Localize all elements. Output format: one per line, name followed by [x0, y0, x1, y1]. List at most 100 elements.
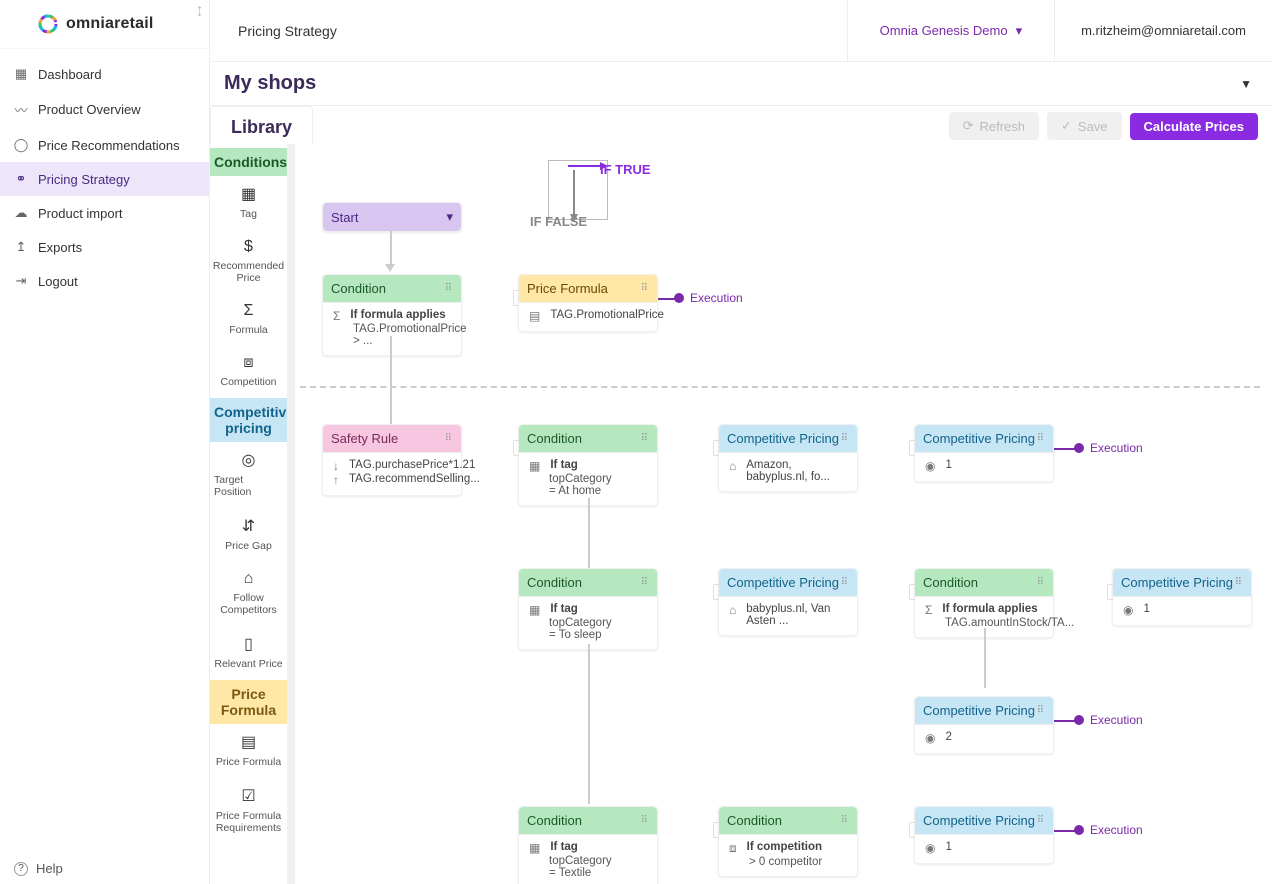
lib-item-relevant-price[interactable]: ▯Relevant Price: [210, 626, 287, 680]
legend-true-label: IF TRUE: [600, 162, 651, 177]
drag-icon[interactable]: ⠿: [641, 433, 649, 444]
node-safety-rule[interactable]: Safety Rule⠿ ↓TAG.purchasePrice*1.21 ↑TA…: [322, 424, 462, 496]
nav-label: Pricing Strategy: [38, 172, 130, 187]
node-body: Amazon, babyplus.nl, fo...: [746, 459, 849, 483]
tag-icon: ▤: [529, 309, 540, 323]
connector: [713, 440, 719, 456]
connector: [513, 440, 519, 456]
brand-text: omniaretail: [66, 15, 154, 33]
node-competitive-pricing-right[interactable]: Competitive Pricing⠿ ◉1: [1112, 568, 1252, 626]
node-condition-5[interactable]: Condition⠿ ⧈If competition > 0 competito…: [718, 806, 858, 877]
exec-dot-icon: [1074, 825, 1084, 835]
nav-label: Logout: [38, 274, 78, 289]
drag-icon[interactable]: ⠿: [1037, 577, 1045, 588]
node-title: Competitive Pricing: [923, 813, 1035, 828]
down-icon: ↓: [333, 459, 339, 473]
lib-item-price-formula-requirements[interactable]: ☑Price Formula Requirements: [210, 778, 287, 844]
drag-icon[interactable]: ⠿: [641, 815, 649, 826]
lib-item-price-gap[interactable]: ⇵Price Gap: [210, 508, 287, 562]
exec-dot-icon: [674, 293, 684, 303]
drag-icon[interactable]: ⠿: [1037, 433, 1045, 444]
node-competitive-pricing-2[interactable]: Competitive Pricing⠿ ◉1: [914, 424, 1054, 482]
node-competitive-pricing-5[interactable]: Competitive Pricing⠿ ◉1: [914, 806, 1054, 864]
node-title: Safety Rule: [331, 431, 398, 446]
user-email[interactable]: m.ritzheim@omniaretail.com: [1055, 23, 1272, 38]
lib-item-recommended-price[interactable]: $Recommended Price: [210, 230, 287, 294]
library-tab[interactable]: Library: [210, 106, 313, 144]
tag-icon: ▦: [241, 184, 256, 204]
library-panel: Conditions ▦ Tag $Recommended Price ΣForm…: [210, 106, 295, 884]
node-title: Condition: [331, 281, 386, 296]
legend-false-label: IF FALSE: [530, 214, 587, 229]
nav-label: Price Recommendations: [38, 138, 180, 153]
edge: [984, 628, 986, 688]
eye-icon: ◉: [925, 459, 935, 473]
connector: [909, 584, 915, 600]
caret-down-icon[interactable]: ▾: [446, 209, 453, 225]
nav-exports[interactable]: ↥Exports: [0, 230, 209, 264]
expand-toggle-icon[interactable]: ▼: [1240, 77, 1258, 91]
refresh-button[interactable]: ⟳Refresh: [949, 112, 1039, 140]
canvas[interactable]: IF TRUE IF FALSE Start▾ Condition⠿ ΣIf f…: [300, 146, 1272, 884]
dollar-icon: $: [244, 238, 253, 256]
drag-icon[interactable]: ⠿: [1037, 815, 1045, 826]
lib-item-tag[interactable]: ▦ Tag: [210, 176, 287, 230]
drag-icon[interactable]: ⠿: [1037, 705, 1045, 716]
nav-product-overview[interactable]: 〰Product Overview: [0, 91, 209, 128]
node-body-title: If tag: [550, 459, 577, 471]
drag-icon[interactable]: ⠿: [1235, 577, 1243, 588]
nav-label: Product Overview: [38, 102, 141, 117]
drag-icon[interactable]: ⠿: [641, 577, 649, 588]
node-price-formula[interactable]: Price Formula⠿ ▤TAG.PromotionalPrice: [518, 274, 658, 332]
node-competitive-pricing-1[interactable]: Competitive Pricing⠿ ⌂Amazon, babyplus.n…: [718, 424, 858, 492]
node-competitive-pricing-3[interactable]: Competitive Pricing⠿ ⌂babyplus.nl, Van A…: [718, 568, 858, 636]
drag-icon[interactable]: ⠿: [445, 433, 453, 444]
node-condition-3[interactable]: Condition⠿ ▦If tag topCategory = To slee…: [518, 568, 658, 650]
eye-icon: ◉: [925, 841, 935, 855]
node-title: Condition: [527, 575, 582, 590]
lib-label: Relevant Price: [214, 658, 282, 670]
help-link[interactable]: ? Help: [14, 861, 63, 876]
dashboard-icon: ▦: [14, 66, 28, 82]
cloud-icon: ☁: [14, 205, 28, 221]
nav-pricing-strategy[interactable]: ⚭Pricing Strategy: [0, 162, 209, 196]
drag-icon[interactable]: ⠿: [841, 577, 849, 588]
logout-icon: ⇥: [14, 273, 28, 289]
drag-icon[interactable]: ⠿: [841, 433, 849, 444]
lib-item-follow-competitors[interactable]: ⌂Follow Competitors: [210, 562, 287, 626]
help-label: Help: [36, 861, 63, 876]
subheader: My shops ▼: [210, 62, 1272, 106]
node-body: 1: [1143, 603, 1149, 615]
save-button[interactable]: ✓Save: [1047, 112, 1122, 140]
node-body-title: If formula applies: [942, 603, 1037, 615]
node-body-title: If competition: [747, 841, 822, 853]
drag-icon[interactable]: ⠿: [445, 283, 453, 294]
lib-item-formula[interactable]: ΣFormula: [210, 294, 287, 346]
formula-icon: ▤: [241, 732, 256, 752]
node-condition-1[interactable]: Condition⠿ ΣIf formula applies TAG.Promo…: [322, 274, 462, 356]
refresh-icon: ⟳: [963, 118, 974, 134]
library-section-conditions: Conditions: [210, 148, 287, 176]
lib-item-competition[interactable]: ⧈Competition: [210, 346, 287, 398]
drag-icon[interactable]: ⠿: [841, 815, 849, 826]
portal-picker[interactable]: Omnia Genesis Demo ▾: [848, 23, 1054, 39]
subheader-title: My shops: [224, 72, 1240, 95]
node-competitive-pricing-4[interactable]: Competitive Pricing⠿ ◉2: [914, 696, 1054, 754]
lib-item-price-formula[interactable]: ▤Price Formula: [210, 724, 287, 778]
toolbar: ⟳Refresh ✓Save Calculate Prices: [295, 106, 1272, 146]
nav-logout[interactable]: ⇥ Logout: [0, 264, 209, 298]
node-start[interactable]: Start▾: [322, 202, 462, 232]
lib-label: Formula: [229, 324, 268, 336]
calculate-prices-button[interactable]: Calculate Prices: [1130, 113, 1258, 140]
node-body-sub: = At home: [529, 485, 649, 497]
nav-price-recommendations[interactable]: ◯Price Recommendations: [0, 128, 209, 162]
nav-dashboard[interactable]: ▦Dashboard: [0, 57, 209, 91]
drag-icon[interactable]: ⠿: [641, 283, 649, 294]
node-body-title: If formula applies: [350, 309, 445, 321]
nav-product-import[interactable]: ☁Product import: [0, 196, 209, 230]
lib-item-target-position[interactable]: ◎Target Position: [210, 442, 287, 508]
node-condition-4[interactable]: Condition⠿ ▦If tag topCategory = Textile: [518, 806, 658, 884]
node-condition-2[interactable]: Condition⠿ ▦If tag topCategory = At home: [518, 424, 658, 506]
node-title: Competitive Pricing: [923, 703, 1035, 718]
lib-label: Tag: [240, 208, 257, 220]
